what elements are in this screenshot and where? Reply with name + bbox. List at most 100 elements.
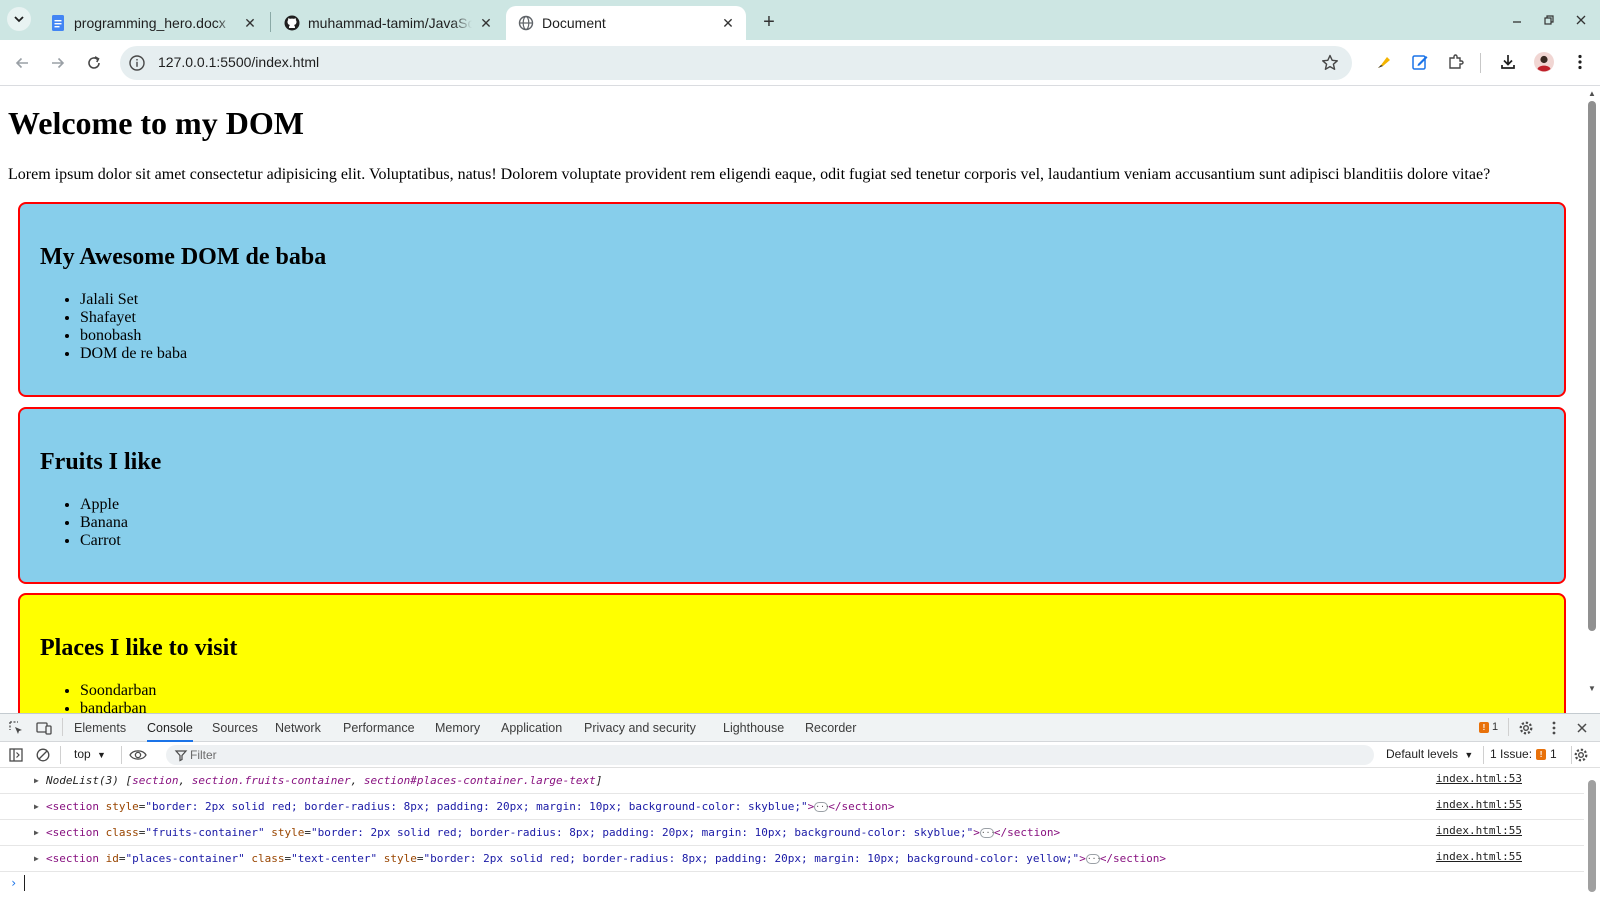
console-output[interactable]: ▶ NodeList(3) [section, section.fruits-c… xyxy=(0,768,1584,900)
scroll-up-arrow-icon[interactable]: ▲ xyxy=(1587,90,1597,98)
filter-placeholder: Filter xyxy=(190,748,217,762)
html-tag: </section> xyxy=(993,826,1061,839)
error-count: 1 xyxy=(1492,721,1499,733)
console-settings-gear-icon[interactable] xyxy=(1572,746,1590,764)
expand-triangle-icon[interactable]: ▶ xyxy=(34,854,39,863)
address-bar[interactable]: 127.0.0.1:5500/index.html xyxy=(120,46,1352,80)
device-toolbar-icon[interactable] xyxy=(35,719,53,737)
star-icon[interactable] xyxy=(1320,53,1340,73)
devtools-tab-memory[interactable]: Memory xyxy=(435,714,480,742)
expand-triangle-icon[interactable]: ▶ xyxy=(34,828,39,837)
context-value: top xyxy=(74,747,91,761)
minimize-button[interactable] xyxy=(1505,8,1529,32)
devtools-tab-performance[interactable]: Performance xyxy=(343,714,415,742)
page-heading: Welcome to my DOM xyxy=(8,105,304,141)
back-button[interactable] xyxy=(10,51,34,75)
arrow-right-icon xyxy=(52,57,65,69)
log-levels-select[interactable]: Default levels ▼ xyxy=(1386,747,1473,761)
devtools-tab-application[interactable]: Application xyxy=(501,714,562,742)
close-icon[interactable]: ✕ xyxy=(478,15,494,31)
error-count-badge[interactable]: ! 1 xyxy=(1479,721,1498,733)
extensions-puzzle-icon[interactable] xyxy=(1445,51,1467,73)
devtools-tab-elements[interactable]: Elements xyxy=(74,714,126,742)
sidebar-toggle-icon[interactable] xyxy=(7,746,25,764)
source-link[interactable]: index.html:55 xyxy=(1436,850,1522,863)
window-close-button[interactable] xyxy=(1569,8,1593,32)
github-icon xyxy=(284,15,300,31)
close-icon[interactable]: ✕ xyxy=(242,15,258,31)
page-paragraph: Lorem ipsum dolor sit amet consectetur a… xyxy=(8,166,1491,183)
site-info-icon[interactable] xyxy=(128,54,146,72)
close-icon[interactable] xyxy=(1573,719,1591,737)
browser-tab-document[interactable]: Document ✕ xyxy=(506,6,746,40)
devtools-tab-sources[interactable]: Sources xyxy=(212,714,258,742)
source-link[interactable]: index.html:55 xyxy=(1436,824,1522,837)
console-input-caret[interactable] xyxy=(24,875,25,891)
gear-icon[interactable] xyxy=(1517,719,1535,737)
browser-tab-docs[interactable]: programming_hero.docx ✕ xyxy=(38,6,268,40)
html-attribute-value: "fruits-container" xyxy=(145,826,265,839)
expand-triangle-icon[interactable]: ▶ xyxy=(34,802,39,811)
inspect-element-icon[interactable] xyxy=(7,719,25,737)
devtools-tab-lighthouse[interactable]: Lighthouse xyxy=(723,714,784,742)
ellipsis-icon[interactable]: ··· xyxy=(814,802,830,812)
list-item: DOM de re baba xyxy=(80,345,1544,363)
kebab-menu-icon[interactable] xyxy=(1545,719,1563,737)
list-item: Apple xyxy=(80,496,1544,514)
reload-button[interactable] xyxy=(82,51,106,75)
section-awesome-dom: My Awesome DOM de baba Jalali Set Shafay… xyxy=(18,202,1566,397)
issue-flag-icon: ! xyxy=(1536,748,1547,760)
source-link[interactable]: index.html:53 xyxy=(1436,772,1522,785)
edit-extension-icon[interactable] xyxy=(1409,51,1431,73)
tab-title: muhammad-tamim/JavaScript xyxy=(308,15,472,31)
console-prompt-chevron-icon: › xyxy=(10,876,18,890)
issues-counter[interactable]: 1 Issue: ! 1 xyxy=(1490,747,1557,761)
context-select[interactable]: top ▼ xyxy=(74,747,106,761)
page-scrollbar[interactable]: ▲ ▼ xyxy=(1584,87,1600,713)
scrollbar-thumb[interactable] xyxy=(1588,101,1596,631)
clear-console-icon[interactable] xyxy=(34,746,52,764)
devtools-tab-privacy[interactable]: Privacy and security xyxy=(584,714,696,742)
browser-tab-github[interactable]: muhammad-tamim/JavaScript ✕ xyxy=(272,6,504,40)
devtools-tab-recorder[interactable]: Recorder xyxy=(805,714,856,742)
section-title: My Awesome DOM de baba xyxy=(40,244,327,270)
console-scrollbar[interactable] xyxy=(1584,768,1600,900)
restore-button[interactable] xyxy=(1537,8,1561,32)
tab-title: programming_hero.docx xyxy=(74,15,226,31)
list-item: Banana xyxy=(80,514,1544,532)
console-filter-input[interactable]: Filter xyxy=(166,745,1374,765)
kebab-menu-icon[interactable] xyxy=(1569,51,1591,73)
live-expression-eye-icon[interactable] xyxy=(128,746,148,764)
console-message-row[interactable]: ▶ NodeList(3) [section, section.fruits-c… xyxy=(0,768,1584,794)
page-viewport[interactable]: Welcome to my DOM Lorem ipsum dolor sit … xyxy=(0,87,1584,713)
close-icon xyxy=(1576,15,1586,25)
highlighter-extension-icon[interactable] xyxy=(1373,51,1395,73)
source-link[interactable]: index.html:55 xyxy=(1436,798,1522,811)
devtools-divider xyxy=(62,718,63,736)
new-tab-button[interactable]: + xyxy=(757,10,781,34)
devtools-tab-console[interactable]: Console xyxy=(147,714,193,742)
docs-icon xyxy=(50,15,66,31)
section-list: Jalali Set Shafayet bonobash DOM de re b… xyxy=(40,291,1544,363)
log-levels-value: Default levels xyxy=(1386,747,1459,761)
scroll-down-arrow-icon[interactable]: ▼ xyxy=(1587,685,1597,693)
console-message-row[interactable]: ▶ <section style="border: 2px solid red;… xyxy=(0,794,1584,820)
scrollbar-thumb[interactable] xyxy=(1588,780,1596,892)
html-tag: <section xyxy=(46,800,99,813)
close-icon[interactable]: ✕ xyxy=(720,15,736,31)
profile-avatar-icon[interactable] xyxy=(1533,51,1555,73)
download-icon[interactable] xyxy=(1497,51,1519,73)
devtools-panel: Elements Console Sources Network Perform… xyxy=(0,713,1600,900)
html-attribute-value: "text-center" xyxy=(291,852,378,865)
ellipsis-icon[interactable]: ··· xyxy=(1085,854,1101,864)
tab-search-button[interactable] xyxy=(7,7,31,31)
ellipsis-icon[interactable]: ··· xyxy=(979,828,995,838)
devtools-tab-network[interactable]: Network xyxy=(275,714,321,742)
console-message-row[interactable]: ▶ <section id="places-container" class="… xyxy=(0,846,1584,872)
filter-icon xyxy=(174,750,188,762)
console-message-row[interactable]: ▶ <section class="fruits-container" styl… xyxy=(0,820,1584,846)
html-tag: <section xyxy=(46,826,99,839)
nodelist-item: section#places-container.large-text xyxy=(363,774,596,787)
expand-triangle-icon[interactable]: ▶ xyxy=(34,776,39,785)
forward-button[interactable] xyxy=(46,51,70,75)
